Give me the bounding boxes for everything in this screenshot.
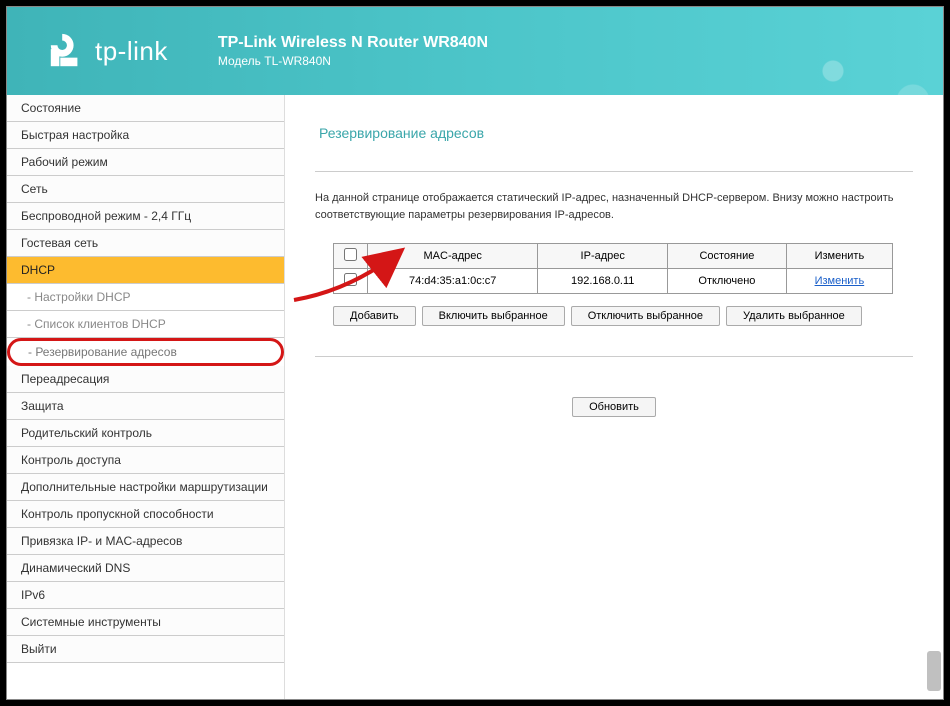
sidebar-item-14[interactable]: Дополнительные настройки маршрутизации: [7, 474, 284, 501]
sidebar-subitem-7[interactable]: - Настройки DHCP: [7, 284, 284, 311]
product-subtitle: Модель TL-WR840N: [218, 54, 488, 68]
cell-state: Отключено: [668, 269, 787, 294]
page-description: На данной странице отображается статичес…: [315, 190, 913, 223]
divider-line: [315, 171, 913, 172]
add-button[interactable]: Добавить: [333, 306, 416, 326]
logo: tp-link: [47, 32, 168, 70]
sidebar-item-17[interactable]: Динамический DNS: [7, 555, 284, 582]
refresh-button[interactable]: Обновить: [572, 397, 656, 417]
sidebar-item-16[interactable]: Привязка IP- и MAC-адресов: [7, 528, 284, 555]
scrollbar-thumb[interactable]: [927, 651, 941, 691]
sidebar-item-20[interactable]: Выйти: [7, 636, 284, 663]
sidebar-item-1[interactable]: Быстрая настройка: [7, 122, 284, 149]
sidebar-item-3[interactable]: Сеть: [7, 176, 284, 203]
sidebar-item-13[interactable]: Контроль доступа: [7, 447, 284, 474]
cell-mac: 74:d4:35:a1:0c:c7: [368, 269, 538, 294]
sidebar-item-4[interactable]: Беспроводной режим - 2,4 ГГц: [7, 203, 284, 230]
sidebar-item-10[interactable]: Переадресация: [7, 366, 284, 393]
sidebar-item-0[interactable]: Состояние: [7, 95, 284, 122]
sidebar-item-5[interactable]: Гостевая сеть: [7, 230, 284, 257]
select-all-checkbox[interactable]: [344, 248, 357, 261]
delete-selected-button[interactable]: Удалить выбранное: [726, 306, 862, 326]
row-checkbox[interactable]: [344, 273, 357, 286]
header-bar: tp-link TP-Link Wireless N Router WR840N…: [7, 7, 943, 95]
brand-text: tp-link: [95, 36, 168, 67]
sidebar-subitem-9[interactable]: - Резервирование адресов: [7, 338, 284, 366]
reservation-table: MAC-адрес IP-адрес Состояние Изменить 74…: [333, 243, 893, 294]
col-mac: MAC-адрес: [368, 244, 538, 269]
header-title-block: TP-Link Wireless N Router WR840N Модель …: [218, 34, 488, 68]
col-state: Состояние: [668, 244, 787, 269]
sidebar-menu: СостояниеБыстрая настройкаРабочий режимС…: [7, 95, 285, 699]
tplink-logo-icon: [47, 32, 85, 70]
sidebar-item-12[interactable]: Родительский контроль: [7, 420, 284, 447]
edit-link[interactable]: Изменить: [815, 275, 865, 287]
content-panel: Резервирование адресов На данной страниц…: [285, 95, 943, 699]
sidebar-subitem-8[interactable]: - Список клиентов DHCP: [7, 311, 284, 338]
divider-line-2: [315, 356, 913, 357]
disable-selected-button[interactable]: Отключить выбранное: [571, 306, 720, 326]
product-title: TP-Link Wireless N Router WR840N: [218, 34, 488, 52]
sidebar-item-19[interactable]: Системные инструменты: [7, 609, 284, 636]
sidebar-item-2[interactable]: Рабочий режим: [7, 149, 284, 176]
sidebar-item-18[interactable]: IPv6: [7, 582, 284, 609]
page-heading: Резервирование адресов: [315, 125, 913, 141]
col-edit: Изменить: [786, 244, 892, 269]
col-ip: IP-адрес: [538, 244, 668, 269]
enable-selected-button[interactable]: Включить выбранное: [422, 306, 565, 326]
cell-ip: 192.168.0.11: [538, 269, 668, 294]
sidebar-item-11[interactable]: Защита: [7, 393, 284, 420]
col-checkbox: [334, 244, 368, 269]
sidebar-item-15[interactable]: Контроль пропускной способности: [7, 501, 284, 528]
sidebar-item-6[interactable]: DHCP: [7, 257, 284, 284]
table-row: 74:d4:35:a1:0c:c7 192.168.0.11 Отключено…: [334, 269, 893, 294]
